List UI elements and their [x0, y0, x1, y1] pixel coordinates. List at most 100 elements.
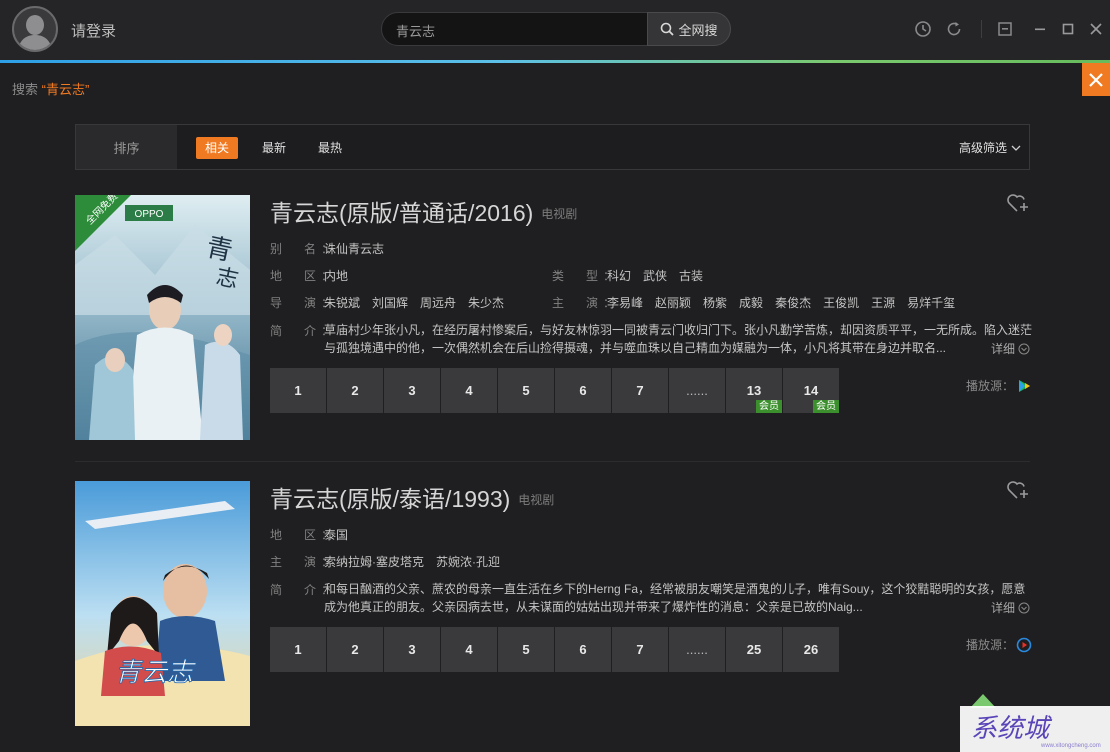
episode-button[interactable]: 1	[270, 368, 326, 413]
cast-item[interactable]: 王源	[871, 296, 895, 310]
episode-button[interactable]: 13 会员	[726, 368, 782, 413]
search-input[interactable]	[396, 21, 636, 39]
sort-option-relevant[interactable]: 相关	[196, 137, 239, 159]
maximize-button[interactable]	[1057, 18, 1079, 40]
episode-list: 1 2 3 4 5 6 7 ...... 13 会员 14 会员	[270, 368, 840, 413]
episode-button[interactable]: 7	[612, 368, 668, 413]
cast-item[interactable]: 王俊凯	[823, 296, 859, 310]
poster-image: 青云志	[75, 481, 250, 726]
advanced-filter-dropdown[interactable]: 高级筛选	[959, 137, 1021, 159]
poster-qingyunzhi-2016[interactable]: 青 志 OPPO 全网免费	[75, 195, 250, 440]
episode-button[interactable]: 5	[498, 368, 554, 413]
result-title-text[interactable]: 青云志(原版/普通话/2016)	[270, 200, 533, 226]
close-icon	[1089, 72, 1103, 87]
header-accent-line	[0, 60, 1110, 63]
cast-item[interactable]: 赵丽颖	[655, 296, 691, 310]
history-button[interactable]	[912, 18, 934, 40]
director-item[interactable]: 周远舟	[420, 296, 456, 310]
search-box[interactable]	[381, 12, 648, 46]
episode-number: 6	[579, 383, 587, 398]
episode-button[interactable]: 25	[726, 627, 782, 672]
login-link[interactable]: 请登录	[71, 20, 116, 41]
episode-number: 2	[351, 383, 359, 398]
minimize-button[interactable]	[1029, 18, 1051, 40]
episode-button[interactable]: 5	[498, 627, 554, 672]
episode-expand-button[interactable]: ......	[669, 627, 725, 672]
director-item[interactable]: 朱少杰	[468, 296, 504, 310]
result-divider	[75, 461, 1030, 462]
episode-button[interactable]: 3	[384, 627, 440, 672]
region-value: 泰国	[324, 528, 349, 542]
episode-number: 1	[294, 383, 302, 398]
episode-number: 13	[746, 383, 762, 398]
cast-item[interactable]: 秦俊杰	[775, 296, 811, 310]
cast-list: 李易峰 赵丽颖 杨紫 成毅 秦俊杰 王俊凯 王源 易烊千玺	[607, 294, 967, 311]
episode-number: 14	[803, 383, 819, 398]
sort-bar: 排序 相关 最新 最热 高级筛选	[75, 124, 1030, 170]
chevron-down-icon	[1018, 343, 1030, 354]
episode-button[interactable]: 4	[441, 627, 497, 672]
genre-item[interactable]: 古装	[679, 269, 703, 283]
result-title[interactable]: 青云志(原版/泰语/1993) 电视剧	[270, 480, 554, 514]
more-details-label: 详细	[991, 342, 1016, 356]
episode-number: 4	[465, 642, 473, 657]
sort-option-hottest[interactable]: 最热	[309, 137, 351, 159]
episode-button[interactable]: 14 会员	[783, 368, 839, 413]
cast-item[interactable]: 苏婉浓·孔迎	[436, 555, 500, 569]
director-item[interactable]: 朱锐斌	[324, 296, 360, 310]
poster-qingyunzhi-1993[interactable]: 青云志	[75, 481, 250, 726]
genre-list: 科幻 武侠 古装	[607, 267, 715, 284]
episode-button[interactable]: 3	[384, 368, 440, 413]
mini-mode-button[interactable]	[994, 18, 1016, 40]
close-results-button[interactable]	[1082, 63, 1110, 96]
more-details-link[interactable]: 详细	[987, 599, 1031, 616]
maximize-icon	[1062, 23, 1074, 35]
add-favorite-icon[interactable]	[1006, 192, 1030, 214]
episode-expand-button[interactable]: ......	[669, 368, 725, 413]
episode-button[interactable]: 1	[270, 627, 326, 672]
sort-option-newest[interactable]: 最新	[253, 137, 295, 159]
episode-number: 25	[746, 642, 762, 657]
genre-item[interactable]: 武侠	[643, 269, 667, 283]
episode-button[interactable]: 7	[612, 627, 668, 672]
play-source-selector[interactable]: 播放源：	[966, 377, 1032, 394]
cast-item[interactable]: 杨紫	[703, 296, 727, 310]
episode-number: 3	[408, 383, 416, 398]
close-window-button[interactable]	[1085, 18, 1107, 40]
cast-item[interactable]: 易烊千玺	[907, 296, 955, 310]
play-source-label: 播放源：	[966, 379, 1015, 393]
result-title[interactable]: 青云志(原版/普通话/2016) 电视剧	[270, 194, 577, 228]
episode-button[interactable]: 2	[327, 627, 383, 672]
episode-number: 26	[803, 642, 819, 657]
close-icon	[1090, 23, 1102, 35]
poster-caption: 青云志	[115, 658, 197, 688]
poster-brand: OPPO	[135, 209, 164, 220]
search-all-web-button[interactable]: 全网搜	[647, 12, 731, 46]
episode-ellipsis: ......	[686, 642, 708, 657]
mini-mode-icon	[998, 22, 1012, 36]
episode-button[interactable]: 2	[327, 368, 383, 413]
genre-item[interactable]: 科幻	[607, 269, 631, 283]
alias-value: 诛仙青云志	[324, 242, 385, 256]
add-favorite-icon[interactable]	[1006, 479, 1030, 501]
breadcrumb-prefix: 搜索	[12, 82, 39, 97]
avatar[interactable]	[12, 6, 58, 52]
chevron-down-icon	[1018, 602, 1030, 613]
breadcrumb-keyword: “青云志”	[41, 82, 90, 97]
result-title-text[interactable]: 青云志(原版/泰语/1993)	[270, 486, 510, 512]
director-item[interactable]: 刘国辉	[372, 296, 408, 310]
episode-button[interactable]: 6	[555, 368, 611, 413]
refresh-button[interactable]	[943, 18, 965, 40]
episode-number: 3	[408, 642, 416, 657]
more-details-link[interactable]: 详细	[987, 340, 1031, 357]
episode-button[interactable]: 4	[441, 368, 497, 413]
episode-number: 5	[522, 383, 530, 398]
cast-item[interactable]: 成毅	[739, 296, 763, 310]
cast-item[interactable]: 索纳拉姆·塞皮塔克	[324, 555, 424, 569]
play-source-selector[interactable]: 播放源：	[966, 636, 1032, 653]
episode-button[interactable]: 26	[783, 627, 839, 672]
cast-item[interactable]: 李易峰	[607, 296, 643, 310]
advanced-filter-label: 高级筛选	[958, 141, 1007, 155]
episode-button[interactable]: 6	[555, 627, 611, 672]
search-button-label: 全网搜	[678, 22, 718, 38]
